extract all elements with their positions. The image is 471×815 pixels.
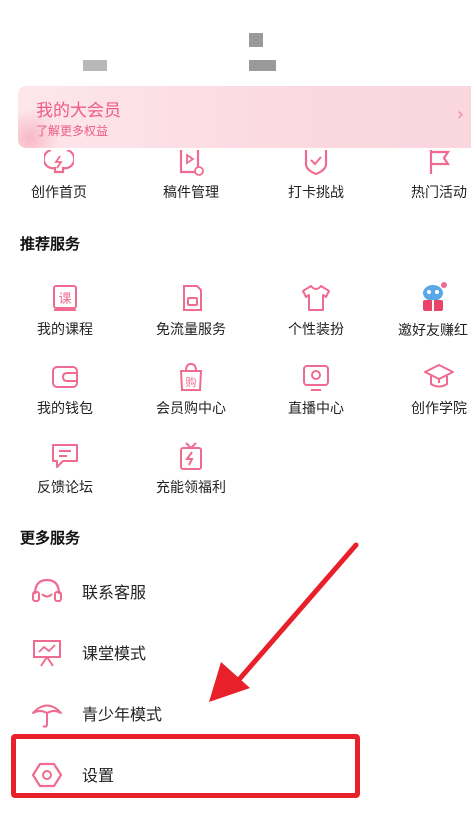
annotation-arrow bbox=[209, 542, 359, 702]
